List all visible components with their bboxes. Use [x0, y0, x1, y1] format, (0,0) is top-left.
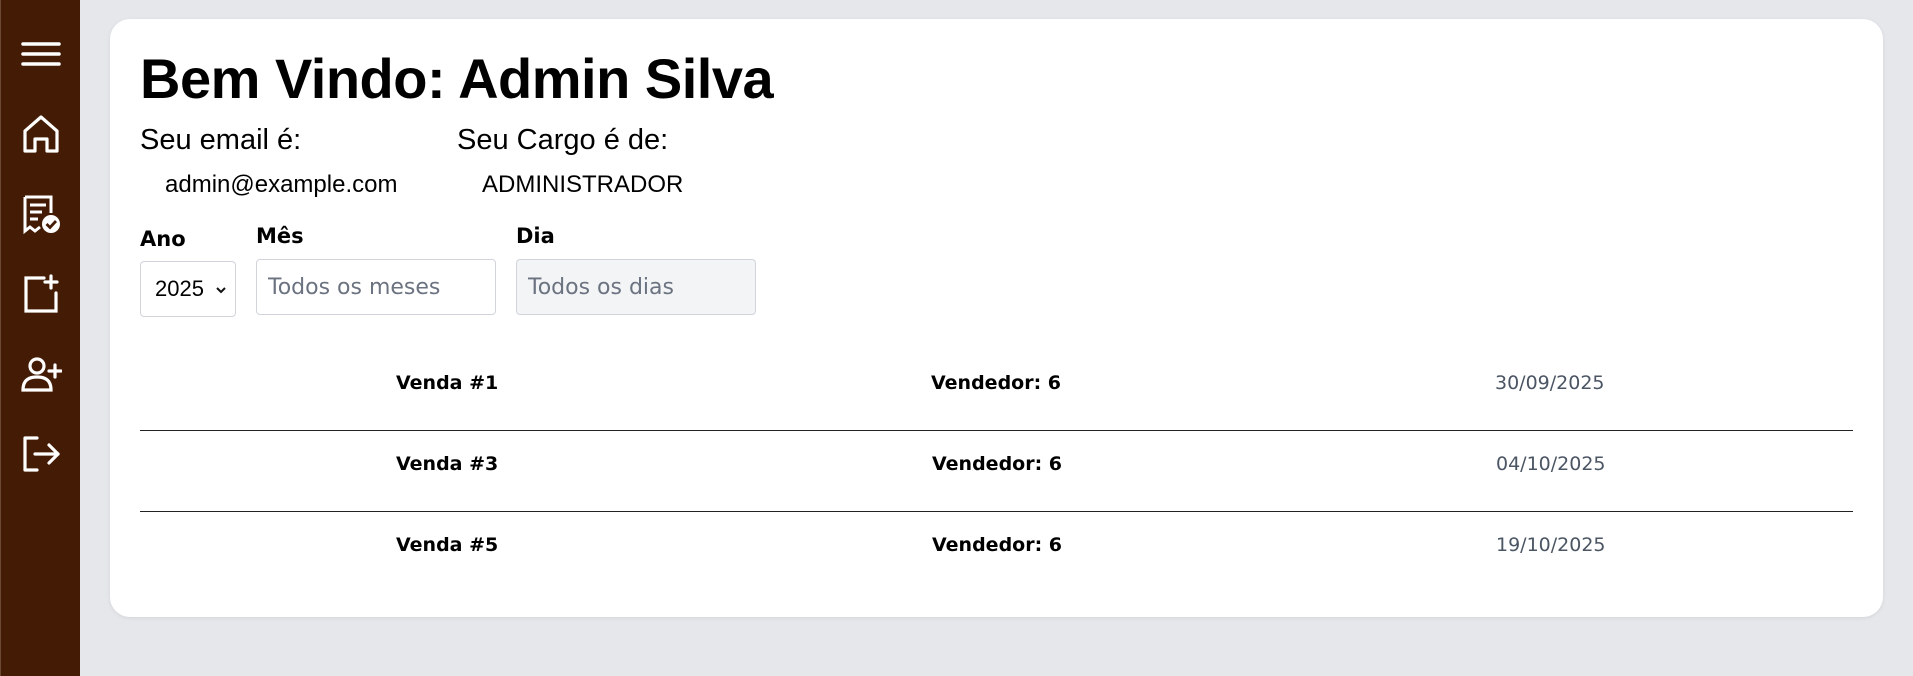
month-label: Mês: [256, 224, 304, 248]
year-label: Ano: [140, 227, 186, 251]
sale-row-2[interactable]: Venda #3 Vendedor: 6 04/10/2025: [140, 431, 1853, 512]
logout-button[interactable]: [19, 432, 63, 476]
email-label: Seu email é:: [140, 124, 302, 156]
chevron-down-icon: [216, 287, 226, 294]
sale-date: 04/10/2025: [1496, 453, 1606, 475]
dashboard-card: Bem Vindo: Admin Silva Seu email é: admi…: [110, 19, 1883, 617]
sale-id: Venda #1: [396, 372, 499, 394]
page-title: Bem Vindo: Admin Silva: [140, 47, 774, 110]
role-label: Seu Cargo é de:: [457, 124, 669, 156]
sale-seller: Vendedor: 6: [932, 534, 1063, 556]
sale-id: Venda #3: [396, 453, 499, 475]
logout-icon: [23, 436, 60, 472]
sale-row-1[interactable]: Venda #1 Vendedor: 6 30/09/2025: [140, 350, 1853, 431]
role-value: ADMINISTRADOR: [482, 171, 684, 198]
add-user-button[interactable]: [19, 352, 63, 396]
sale-seller: Vendedor: 6: [932, 453, 1063, 475]
day-input[interactable]: [516, 259, 756, 315]
email-value: admin@example.com: [165, 171, 398, 198]
add-document-button[interactable]: [19, 272, 63, 316]
sale-date: 19/10/2025: [1496, 534, 1606, 556]
add-user-icon: [21, 357, 62, 392]
add-document-icon: [24, 274, 59, 313]
sales-button[interactable]: [19, 192, 63, 236]
sale-date: 30/09/2025: [1495, 372, 1605, 394]
menu-icon: [21, 42, 61, 66]
year-select-value: 2025: [155, 276, 204, 301]
sidebar: [0, 0, 80, 676]
menu-button[interactable]: [19, 32, 63, 76]
home-button[interactable]: [19, 112, 63, 156]
receipt-check-icon: [23, 195, 60, 235]
sale-seller: Vendedor: 6: [931, 372, 1062, 394]
sale-row-3[interactable]: Venda #5 Vendedor: 6 19/10/2025: [140, 512, 1853, 593]
month-input[interactable]: [256, 259, 496, 315]
year-select[interactable]: 2025: [140, 261, 236, 317]
sale-id: Venda #5: [396, 534, 499, 556]
home-icon: [23, 115, 59, 153]
day-label: Dia: [516, 224, 555, 248]
